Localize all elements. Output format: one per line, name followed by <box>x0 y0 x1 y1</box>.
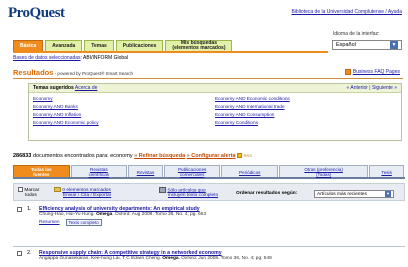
result-number: 1. <box>27 206 32 212</box>
query-text: economy <box>110 153 133 159</box>
about-link[interactable]: Acerca de <box>75 85 98 91</box>
chevron-down-icon: ▼ <box>390 41 398 49</box>
topic-link[interactable]: Economy <box>33 96 215 101</box>
result-citation: . Oxford: Aug 2008. Tomo 36, No. 4; pg. … <box>112 212 207 217</box>
source-type-tabs: Todas las fuentes Revistas científicas R… <box>13 165 405 179</box>
suggested-topics-label: Temas sugeridos Acerca de <box>33 85 97 91</box>
result-meta: Angappa Gunasekaran, Kee-hung Lai, T C E… <box>39 256 272 261</box>
fulltext-filter[interactable]: Sólo artículos que incluyen texto comple… <box>159 187 218 198</box>
row-divider <box>13 246 405 247</box>
top-links[interactable]: Biblioteca de la Universidad Complutense… <box>291 9 402 15</box>
topic-link[interactable]: Economy AND Inflation <box>33 112 215 117</box>
result-count-line: 286833 documentos encontrados para: econ… <box>13 153 252 159</box>
databases-line: Bases de datos seleccionadas: ABI/INFORM… <box>13 55 128 61</box>
faq-icon <box>344 69 351 75</box>
sort-select[interactable]: Artículos más recientes ▼ <box>314 190 394 198</box>
tab-basic[interactable]: Básica <box>13 40 44 51</box>
result-row: 2. Responsive supply chain: A competitiv… <box>13 250 405 267</box>
chevron-down-icon: ▼ <box>385 191 391 197</box>
source-tab-trade[interactable]: Publicaciones comerciales <box>163 165 221 177</box>
topic-link[interactable]: Economy AND Banks <box>33 104 215 109</box>
result-citation: . Oxford: Jun 2008. Tomo 36, No. 4; pg. … <box>178 256 272 261</box>
mark-all-checkbox[interactable] <box>18 187 23 192</box>
language-value: Español <box>336 42 356 48</box>
language-select[interactable]: Español ▼ <box>332 40 402 50</box>
results-title: Resultados - powered by ProQuest® Smart … <box>13 68 133 77</box>
marked-items[interactable]: 0 elementos marcados Enviar / Cita / Exp… <box>54 187 111 198</box>
tab-publications[interactable]: Publicaciones <box>115 40 164 51</box>
proquest-logo[interactable]: ProQuest <box>8 5 65 22</box>
topic-link[interactable]: Economy AND Economic conditions <box>215 96 397 101</box>
sort-value: Artículos más recientes <box>317 191 367 197</box>
source-tab-label: Revistas <box>136 169 155 175</box>
databases-value: : ABI/INFORM Global <box>80 55 129 61</box>
result-meta: Chung-Hao, Hui-Yu Hung. Omega. Oxford: A… <box>39 212 206 217</box>
search-tabs: Básica Avanzada Temas Publicaciones Mis … <box>13 40 233 51</box>
source-tab-sublabel: (Todas) <box>315 172 332 177</box>
source-tab-sublabel: comerciales <box>179 172 205 177</box>
abstract-link[interactable]: Resumen <box>39 220 60 225</box>
result-links: Resumen Texto completo <box>39 219 102 226</box>
results-toolbar: Marcar todos 0 elementos marcados Enviar… <box>13 183 405 201</box>
result-count-text: documentos encontrados para: <box>31 153 111 159</box>
faq-link[interactable]: Business FAQ Pages <box>344 69 400 75</box>
rss-label: RSS <box>243 153 252 158</box>
topics-column-left: Economy Economy AND Banks Economy AND In… <box>33 96 215 125</box>
all-label: todos <box>25 192 37 198</box>
folder-icon <box>54 187 61 192</box>
source-tab-theses[interactable]: Tesis <box>369 165 405 177</box>
source-tab-scholarly[interactable]: Revistas científicas <box>70 165 128 177</box>
result-checkbox[interactable] <box>17 251 22 256</box>
fulltext-sublabel[interactable]: incluyen texto completo <box>159 193 218 198</box>
result-number: 2. <box>27 250 32 256</box>
source-tab-sublabel: científicas <box>88 172 110 177</box>
result-journal: Omega <box>96 212 113 217</box>
results-title-text: Resultados <box>13 68 54 77</box>
result-authors: Chung-Hao, Hui-Yu Hung. <box>39 212 97 217</box>
result-authors: Angappa Gunasekaran, Kee-hung Lai, T C E… <box>39 256 163 261</box>
suggested-topics-header: Temas sugeridos Acerca de « Anterior | S… <box>29 84 401 93</box>
result-count: 286833 <box>13 153 32 159</box>
topic-link[interactable]: Economy AND International trade <box>215 104 397 109</box>
tab-advanced[interactable]: Avanzada <box>45 40 83 51</box>
language-label: Idioma de la interfaz: <box>333 31 380 37</box>
result-journal: Omega <box>162 256 179 261</box>
suggested-topics-panel: Temas sugeridos Acerca de « Anterior | S… <box>28 83 402 141</box>
email-cite-export-link[interactable]: Enviar / Cita / Exportar <box>54 193 111 198</box>
tab-topics[interactable]: Temas <box>84 40 114 51</box>
topic-link[interactable]: Economy AND Consumption <box>215 112 397 117</box>
topics-column-right: Economy AND Economic conditions Economy … <box>215 96 397 125</box>
faq-label[interactable]: Business FAQ Pages <box>353 69 400 75</box>
source-tab-other[interactable]: Otras (preferencia) (Todas) <box>278 165 369 177</box>
result-row: 1. Efficiency analysis of university dep… <box>13 206 405 228</box>
powered-by: - powered by ProQuest® Smart Search <box>53 71 134 76</box>
topic-link[interactable]: Economy AND Economic policy <box>33 120 215 125</box>
source-tab-label: Tesis <box>381 169 392 175</box>
tab-rule <box>13 51 328 53</box>
rss-icon[interactable] <box>237 153 243 159</box>
results-rule <box>13 78 403 79</box>
refine-search-link[interactable]: » Refinar búsqueda <box>134 153 185 159</box>
source-tab-label: Periódicos <box>238 169 261 175</box>
pdf-button[interactable]: Texto completo <box>65 219 102 226</box>
mark-all[interactable]: Marcar todos <box>18 187 39 198</box>
prev-next-links[interactable]: « Anterior | Siguiente » <box>347 85 398 91</box>
topic-link[interactable]: Economy Conditions <box>215 120 397 125</box>
tab-my-searches[interactable]: Mis búsquedas (elementos marcados) <box>165 40 233 51</box>
source-tab-newspapers[interactable]: Periódicos <box>221 165 278 177</box>
set-alert-link[interactable]: » Configurar alerta <box>187 153 236 159</box>
source-tab-all[interactable]: Todas las fuentes <box>13 165 70 177</box>
source-tab-sublabel: fuentes <box>33 172 50 177</box>
source-tab-magazines[interactable]: Revistas <box>128 165 163 177</box>
suggested-topics-title: Temas sugeridos <box>33 85 74 91</box>
sort-label: Ordenar resultados según: <box>236 191 298 196</box>
result-checkbox[interactable] <box>17 207 22 212</box>
databases-link[interactable]: Bases de datos seleccionadas <box>13 55 81 61</box>
